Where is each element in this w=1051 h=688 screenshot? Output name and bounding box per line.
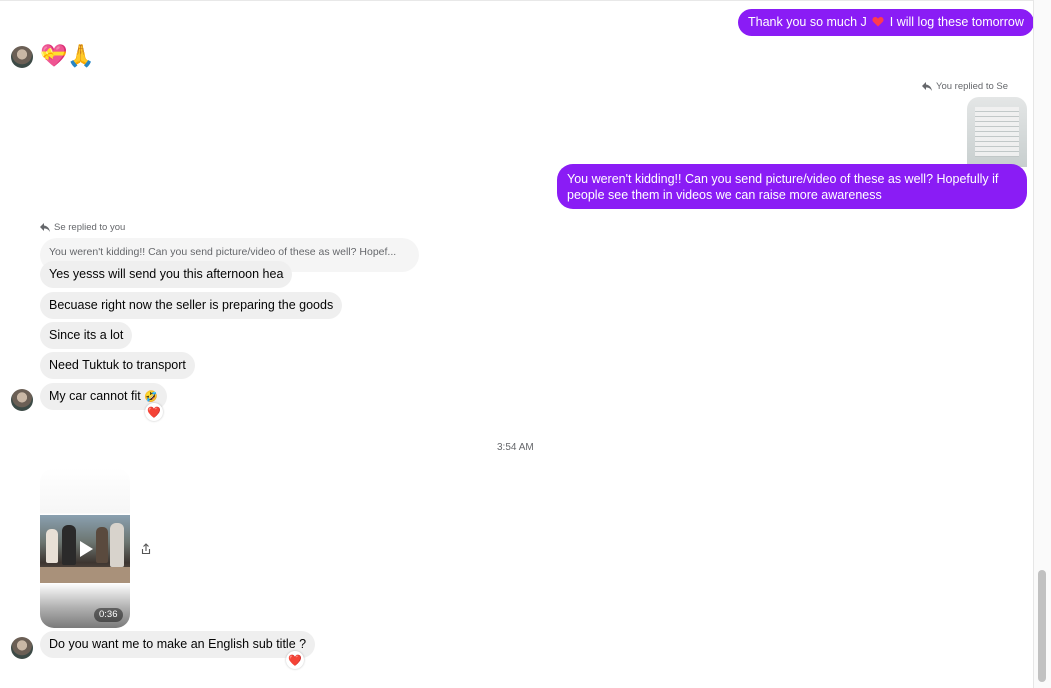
- top-divider: [0, 0, 1033, 1]
- heart-reaction[interactable]: ❤️: [145, 403, 163, 421]
- scrollbar-thumb[interactable]: [1038, 570, 1046, 682]
- heart-icon: [872, 17, 884, 27]
- video-duration: 0:36: [94, 608, 123, 622]
- message-text: Becuase right now the seller is preparin…: [49, 298, 334, 312]
- heart-icon: ❤️: [147, 406, 161, 419]
- message-text: I will log these tomorrow: [889, 15, 1024, 29]
- reply-caption: You replied to Se: [922, 81, 1008, 92]
- play-icon[interactable]: [78, 540, 94, 558]
- timestamp: 3:54 AM: [497, 442, 534, 453]
- avatar[interactable]: [11, 637, 33, 659]
- outgoing-message[interactable]: You weren't kidding!! Can you send pictu…: [557, 164, 1027, 209]
- reply-caption: Se replied to you: [40, 222, 125, 233]
- message-text-line: people see them in videos we can raise m…: [567, 188, 882, 202]
- message-text-line: You weren't kidding!! Can you send pictu…: [567, 172, 999, 186]
- message-text: Need Tuktuk to transport: [49, 358, 186, 372]
- incoming-message[interactable]: Becuase right now the seller is preparin…: [40, 292, 343, 319]
- incoming-message[interactable]: Need Tuktuk to transport: [40, 352, 195, 379]
- incoming-message[interactable]: Yes yesss will send you this afternoon h…: [40, 261, 293, 288]
- share-icon[interactable]: [140, 543, 152, 555]
- video-message[interactable]: 0:36: [40, 468, 130, 628]
- avatar[interactable]: [11, 389, 33, 411]
- message-text: Do you want me to make an English sub ti…: [49, 637, 307, 651]
- emoji-message[interactable]: 💝🙏: [40, 43, 95, 69]
- outgoing-message[interactable]: Thank you so much J I will log these tom…: [738, 9, 1034, 36]
- reply-arrow-icon: [922, 82, 932, 91]
- heart-reaction[interactable]: ❤️: [286, 651, 304, 669]
- replied-image-thumbnail[interactable]: [967, 97, 1027, 167]
- message-text: My car cannot fit: [49, 389, 141, 403]
- incoming-message[interactable]: Do you want me to make an English sub ti…: [40, 631, 316, 658]
- emoji: 🤣: [144, 391, 158, 403]
- message-text: Since its a lot: [49, 328, 124, 342]
- avatar[interactable]: [11, 46, 33, 68]
- message-text: Thank you so much J: [748, 15, 867, 29]
- heart-icon: ❤️: [288, 654, 302, 667]
- message-text: Yes yesss will send you this afternoon h…: [49, 267, 284, 281]
- incoming-message[interactable]: Since its a lot: [40, 322, 133, 349]
- reply-arrow-icon: [40, 223, 50, 232]
